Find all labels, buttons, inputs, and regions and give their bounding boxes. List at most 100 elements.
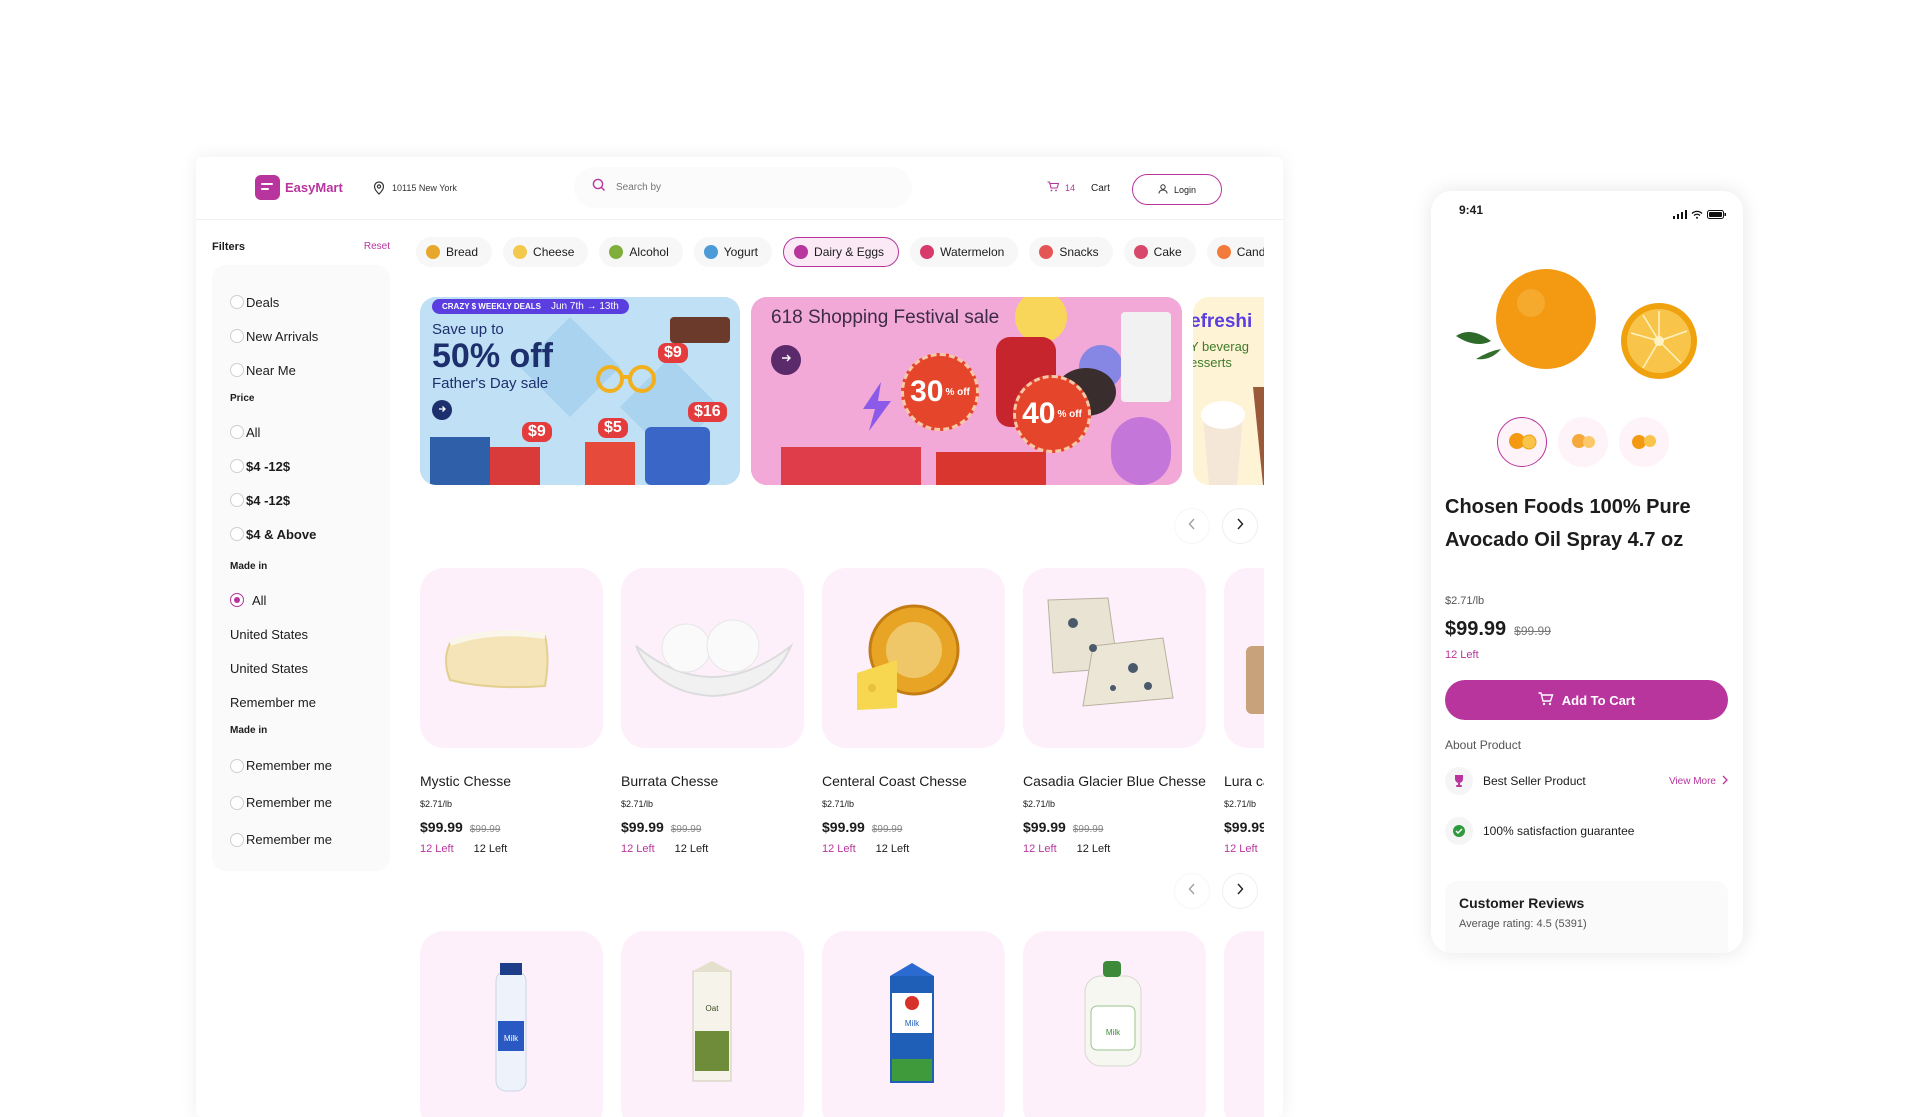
wifi-icon bbox=[1691, 206, 1703, 224]
price-option[interactable]: $4 -12$ bbox=[230, 449, 390, 483]
cart-button[interactable]: 14 Cart bbox=[1047, 181, 1110, 195]
radio-button[interactable] bbox=[230, 425, 244, 439]
search-input[interactable] bbox=[616, 182, 816, 193]
radio-button[interactable] bbox=[230, 795, 244, 810]
product-price: $99.99 bbox=[1445, 618, 1507, 640]
product-card[interactable]: Burrata Chesse $2.71/lb $99.99 $99.99 12 … bbox=[621, 568, 804, 855]
promo-banner-refreshing[interactable]: efreshi Y beverag esserts bbox=[1193, 297, 1264, 485]
product-title: Chosen Foods 100% Pure Avocado Oil Spray… bbox=[1445, 496, 1691, 551]
made-in-option-2[interactable]: Remember me bbox=[230, 784, 390, 821]
thumbnail-1[interactable] bbox=[1497, 417, 1547, 467]
chevron-left-icon bbox=[1188, 517, 1196, 535]
reviews-title: Customer Reviews bbox=[1459, 895, 1585, 911]
filter-label: All bbox=[246, 424, 261, 440]
feature-label: 100% satisfaction guarantee bbox=[1483, 824, 1635, 838]
product-card-milk-jug[interactable]: Milk bbox=[1023, 931, 1206, 1117]
product-unit-price: $2.71/lb bbox=[1023, 799, 1056, 809]
radio-button[interactable] bbox=[230, 493, 244, 507]
banner-headline: 618 Shopping Festival sale bbox=[771, 307, 1000, 328]
chip-label: Snacks bbox=[1059, 245, 1099, 259]
product-carousel-controls bbox=[1174, 873, 1258, 909]
made-in-option-2[interactable]: Remember me bbox=[230, 747, 390, 784]
tag-dates: Jun 7th → 13th bbox=[550, 301, 619, 312]
made-in-option[interactable]: United States bbox=[230, 617, 390, 651]
carousel-next-button[interactable] bbox=[1222, 873, 1258, 909]
product-card[interactable]: Centeral Coast Chesse $2.71/lb $99.99 $99… bbox=[822, 568, 1005, 855]
thumbnail-2[interactable] bbox=[1558, 417, 1608, 467]
price-option[interactable]: All bbox=[230, 415, 390, 449]
add-to-cart-button[interactable]: Add To Cart bbox=[1445, 680, 1728, 720]
stock-left-highlight: 12 Left bbox=[1023, 843, 1057, 855]
discount-unit: % off bbox=[945, 386, 970, 398]
product-card-partial[interactable] bbox=[1224, 931, 1264, 1117]
made-in-group-label-2: Made in bbox=[230, 725, 268, 736]
chip-label: Bread bbox=[446, 245, 479, 259]
location-text: 10115 New York bbox=[392, 183, 457, 193]
discount-unit: % off bbox=[1057, 408, 1082, 420]
category-chip-snacks[interactable]: Snacks bbox=[1029, 237, 1113, 267]
radio-button[interactable] bbox=[230, 329, 244, 343]
carousel-next-button[interactable] bbox=[1222, 508, 1258, 544]
chip-label: Alcohol bbox=[629, 245, 669, 259]
category-chip-cheese[interactable]: Cheese bbox=[503, 237, 589, 267]
thumbnail-3[interactable] bbox=[1619, 417, 1669, 467]
trophy-icon bbox=[1445, 767, 1473, 795]
made-in-option-2[interactable]: Remember me bbox=[230, 821, 390, 858]
filter-deals[interactable]: Deals bbox=[230, 285, 390, 319]
category-chip-cake[interactable]: Cake bbox=[1123, 237, 1196, 267]
radio-button[interactable] bbox=[230, 363, 244, 377]
filters-reset-button[interactable]: Reset bbox=[364, 241, 390, 253]
product-card-oat-milk[interactable]: Oat bbox=[621, 931, 804, 1117]
location-selector[interactable]: 10115 New York bbox=[373, 181, 457, 195]
product-grid-second-row: Milk Oat Milk Milk bbox=[420, 931, 1264, 1117]
product-card[interactable]: Mystic Chesse $2.71/lb $99.99 $99.99 12 L… bbox=[420, 568, 603, 855]
view-more-link[interactable]: View More bbox=[1669, 775, 1728, 788]
price-tag: $16 bbox=[688, 402, 727, 422]
radio-button[interactable] bbox=[230, 459, 244, 473]
category-chip-candy[interactable]: Candy bbox=[1206, 237, 1264, 267]
banner-arrow-button[interactable] bbox=[432, 400, 452, 420]
banner-arrow-button[interactable] bbox=[771, 345, 801, 375]
chevron-right-icon bbox=[1236, 882, 1244, 900]
radio-button-selected[interactable] bbox=[230, 593, 244, 607]
product-card-milk-carton[interactable]: Milk bbox=[822, 931, 1005, 1117]
carousel-prev-button[interactable] bbox=[1174, 873, 1210, 909]
category-chip-watermelon[interactable]: Watermelon bbox=[910, 237, 1019, 267]
radio-button[interactable] bbox=[230, 832, 244, 847]
made-in-option[interactable]: Remember me bbox=[230, 685, 390, 719]
customer-reviews-card[interactable]: Customer Reviews Average rating: 4.5 (53… bbox=[1445, 881, 1728, 953]
product-old-price: $99.99 bbox=[670, 824, 702, 835]
made-in-option[interactable]: United States bbox=[230, 651, 390, 685]
category-chip-dairy-eggs[interactable]: Dairy & Eggs bbox=[783, 237, 900, 267]
filter-near-me[interactable]: Near Me bbox=[230, 353, 390, 387]
discount-badge: 40% off bbox=[1013, 375, 1091, 453]
radio-button[interactable] bbox=[230, 295, 244, 309]
battery-icon bbox=[1707, 206, 1727, 224]
orange-thumb-icon bbox=[1627, 430, 1661, 455]
stock-left: 12 Left bbox=[674, 843, 709, 855]
filter-new-arrivals[interactable]: New Arrivals bbox=[230, 319, 390, 353]
category-chip-alcohol[interactable]: Alcohol bbox=[599, 237, 683, 267]
banner-title: efreshi bbox=[1193, 311, 1253, 332]
promo-banner-fathers-day[interactable]: CRAZY $ WEEKLY DEALS Jun 7th → 13th Save … bbox=[420, 297, 740, 485]
product-card[interactable]: Lura ca $2.71/lb $99.99 12 Left bbox=[1224, 568, 1264, 855]
carousel-prev-button[interactable] bbox=[1174, 508, 1210, 544]
made-in-option-selected[interactable]: All bbox=[230, 583, 390, 617]
filters-panel: Deals New Arrivals Near Me Price All $4 … bbox=[212, 265, 390, 871]
radio-button[interactable] bbox=[230, 527, 244, 541]
category-chip-bread[interactable]: Bread bbox=[416, 237, 493, 267]
promo-banner-618-festival[interactable]: 618 Shopping Festival sale 30% off 40% o… bbox=[751, 297, 1182, 485]
product-card[interactable]: Casadia Glacier Blue Chesse $2.71/lb $99… bbox=[1023, 568, 1206, 855]
product-card-milk-bottle[interactable]: Milk bbox=[420, 931, 603, 1117]
watermelon-icon bbox=[920, 245, 935, 259]
location-pin-icon bbox=[373, 181, 385, 195]
login-button[interactable]: Login bbox=[1132, 174, 1222, 205]
brand-logo[interactable]: EasyMart bbox=[255, 175, 343, 200]
category-chip-yogurt[interactable]: Yogurt bbox=[693, 237, 773, 267]
price-option[interactable]: $4 & Above bbox=[230, 517, 390, 551]
radio-button[interactable] bbox=[230, 758, 244, 773]
price-group-label: Price bbox=[230, 393, 255, 404]
price-option[interactable]: $4 -12$ bbox=[230, 483, 390, 517]
search-bar[interactable] bbox=[574, 167, 912, 208]
filter-label: Remember me bbox=[246, 795, 332, 810]
